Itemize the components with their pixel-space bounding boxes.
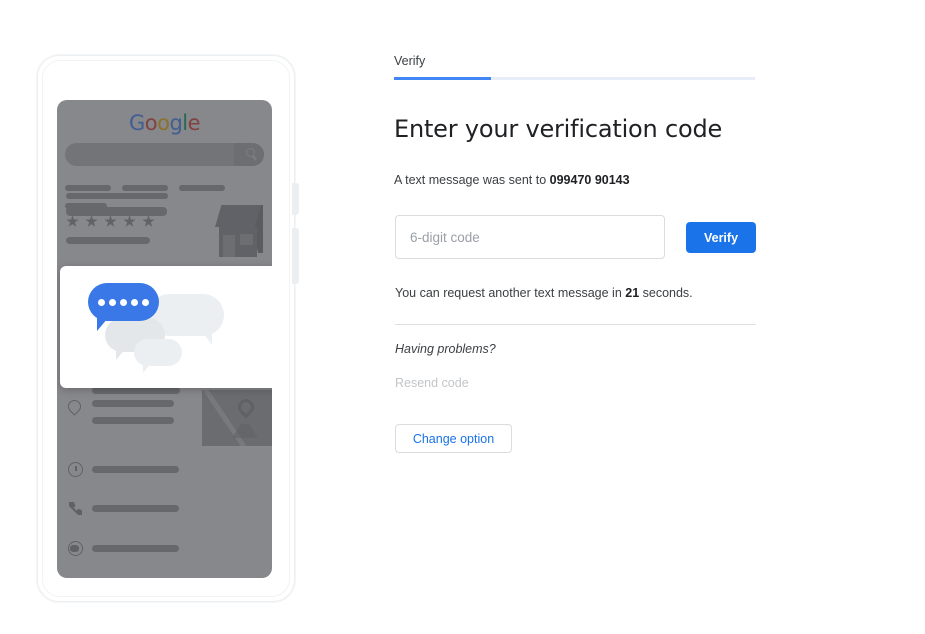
progress-track [394,77,755,80]
clock-icon [68,462,83,477]
timer-seconds: 21 [625,286,640,300]
resend-code-link[interactable]: Resend code [395,376,469,390]
phone-icon [69,502,82,515]
map-thumbnail [202,390,272,446]
sent-to-message: A text message was sent to 099470 90143 [394,173,630,187]
text-placeholder-bar [92,545,179,552]
phone-volume-button [292,183,299,215]
list-divider [57,492,272,493]
verification-panel: Verify Enter your verification code A te… [394,0,925,634]
storefront-icon [213,205,272,260]
phone-power-button [292,228,299,284]
text-placeholder-bar [92,400,174,407]
resend-timer-message: You can request another text message in … [395,286,693,300]
text-placeholder-bar [66,193,168,199]
timer-prefix: You can request another text message in [395,286,626,300]
map-pin-icon [234,395,258,419]
search-icon [246,148,255,157]
text-placeholder-bar [66,237,150,244]
search-bar-placeholder [65,143,264,166]
text-placeholder-bar [92,387,180,394]
sent-to-prefix: A text message was sent to [394,173,550,187]
text-placeholder-bar [92,417,174,424]
page-title: Enter your verification code [394,115,723,143]
globe-icon [68,541,83,556]
change-option-button[interactable]: Change option [395,424,512,453]
tab-verify[interactable]: Verify [394,52,755,80]
sms-notification-card [60,266,272,388]
code-input[interactable] [395,215,665,259]
chat-bubble-blue [88,283,159,331]
typing-dots-icon [88,283,159,321]
phone-illustration: Google [0,0,370,634]
verify-button[interactable]: Verify [686,222,756,253]
phone-screen: Google [57,100,272,578]
tab-verify-label: Verify [394,54,426,68]
section-divider [395,324,756,325]
location-pin-icon [65,397,84,416]
list-divider [57,447,272,448]
having-problems-label: Having problems? [395,342,496,356]
text-placeholder-bar [92,466,179,473]
star-rating-placeholder [66,215,161,233]
google-logo: Google [128,111,201,135]
progress-fill [394,77,491,80]
chat-bubble-grey [134,339,182,373]
timer-suffix: seconds. [639,286,693,300]
text-placeholder-bar [92,505,179,512]
list-divider [57,531,272,532]
phone-number: 099470 90143 [549,173,630,187]
